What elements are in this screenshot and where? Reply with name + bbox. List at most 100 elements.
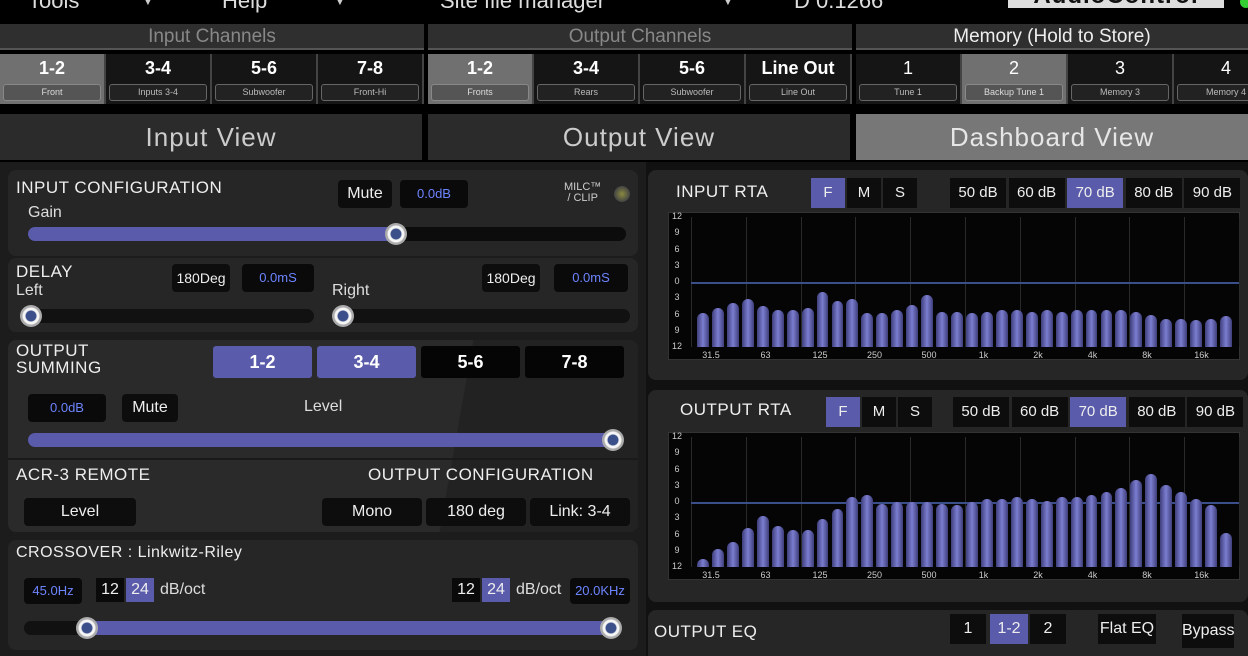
input_channels-tab-2[interactable]: 3-4 Inputs 3-4 (106, 54, 212, 104)
link-button[interactable]: Link: 3-4 (530, 498, 630, 526)
version-label: D 0.1266 (794, 0, 884, 13)
delay-left-time-value[interactable]: 0.0mS (242, 264, 314, 292)
memory-tab-4[interactable]: 4 Memory 4 (1174, 54, 1248, 104)
eq-channel-2-button[interactable]: 2 (1030, 614, 1066, 644)
output_rta-mode-F-button[interactable]: F (826, 397, 860, 427)
eq-channel-1-2-button[interactable]: 1-2 (990, 614, 1028, 644)
output_rta-range-0-button[interactable]: 50 dB (953, 397, 1009, 427)
output_rta_bars-bar (1190, 499, 1203, 567)
input_channels-tab-1[interactable]: 1-2 Front (0, 54, 106, 104)
mono-button[interactable]: Mono (322, 498, 422, 526)
rta-x-tick-label: 8k (1142, 570, 1152, 580)
input_rta-range-1-button[interactable]: 60 dB (1008, 178, 1065, 208)
menu-help-arrow-icon[interactable]: ▼ (334, 0, 346, 8)
phase-180-button[interactable]: 180 deg (426, 498, 526, 526)
input_rta-range-4-button[interactable]: 90 dB (1184, 178, 1241, 208)
summing-button-7-8[interactable]: 7-8 (525, 346, 624, 378)
input_rta-range-0-button[interactable]: 50 dB (950, 178, 1006, 208)
summing-level-slider-fill (28, 433, 613, 447)
lp-slope-12-button[interactable]: 12 (452, 578, 480, 602)
lp-slope-24-button[interactable]: 24 (482, 578, 510, 602)
output_channels-tab-4[interactable]: Line Out Line Out (746, 54, 852, 104)
memory-tab-1[interactable]: 1 Tune 1 (856, 54, 962, 104)
hp-slope-12-button[interactable]: 12 (96, 578, 124, 602)
output_rta-mode-S-button[interactable]: S (898, 397, 932, 427)
output_rta_bars-bar (831, 509, 844, 567)
input_rta-mode-M-button[interactable]: M (847, 178, 881, 208)
tab-input-view[interactable]: Input View (0, 114, 422, 160)
menu-tools-arrow-icon[interactable]: ▼ (142, 0, 154, 8)
input_rta-range-3-button[interactable]: 80 dB (1125, 178, 1182, 208)
output_rta_bars-bar (861, 495, 874, 567)
input_channels-tab-3[interactable]: 5-6 Subwoofer (212, 54, 318, 104)
delay-right-time-value[interactable]: 0.0mS (554, 264, 628, 292)
output_rta-range-2-button[interactable]: 70 dB (1070, 397, 1127, 427)
input-mute-button[interactable]: Mute (338, 180, 392, 208)
hp-freq-knob[interactable] (75, 617, 98, 639)
output-rta-graph: 12 9 6 3 0 3 6 9 12 31.5 63 125 250 500 1k 2k 4k 8k 16k (668, 431, 1240, 580)
hp-slope-24-button[interactable]: 24 (126, 578, 154, 602)
input-rta-title: INPUT RTA (676, 182, 769, 201)
delay-right-phase-button[interactable]: 180Deg (482, 264, 540, 292)
input_rta-mode-S-button[interactable]: S (883, 178, 917, 208)
gain-slider-knob[interactable] (385, 223, 408, 245)
menu-tools[interactable]: Tools (28, 0, 79, 14)
tab-output-view[interactable]: Output View (428, 114, 850, 160)
memory-tab-label: Memory 4 (1177, 84, 1248, 101)
memory-tab-2[interactable]: 2 Backup Tune 1 (962, 54, 1068, 104)
menu-site-arrow-icon[interactable]: ▼ (722, 0, 734, 8)
summing-level-value[interactable]: 0.0dB (28, 394, 106, 422)
delay-right-slider[interactable] (332, 309, 630, 323)
input_rta_bars-bar (921, 294, 934, 347)
menu-site-file-manager[interactable]: Site file manager (440, 0, 605, 14)
summing-button-1-2[interactable]: 1-2 (213, 346, 312, 378)
input_rta-mode-F-button[interactable]: F (811, 178, 845, 208)
output_rta_bars-bar (801, 530, 814, 567)
summing-mute-button[interactable]: Mute (122, 394, 178, 422)
delay-left-slider[interactable] (20, 309, 314, 323)
delay-right-slider-knob[interactable] (332, 305, 354, 327)
input_rta_bars-bar (1145, 314, 1158, 347)
output_channels-tab-3[interactable]: 5-6 Subwoofer (640, 54, 746, 104)
output_rta-range-3-button[interactable]: 80 dB (1128, 397, 1185, 427)
output_rta-mode-M-button[interactable]: M (862, 397, 896, 427)
memory-tab-label: Tune 1 (859, 84, 957, 101)
input_rta-range-2-button[interactable]: 70 dB (1067, 178, 1124, 208)
output_rta_bars-bar (1220, 533, 1232, 567)
rta-y-tick-label: 3 (674, 259, 680, 270)
memory-tab-3[interactable]: 3 Memory 3 (1068, 54, 1174, 104)
output_rta-range-1-button[interactable]: 60 dB (1011, 397, 1068, 427)
input-gain-value[interactable]: 0.0dB (400, 180, 468, 208)
lp-freq-knob[interactable] (600, 617, 622, 639)
hp-freq-value[interactable]: 45.0Hz (24, 578, 82, 604)
delay-left-slider-knob[interactable] (20, 305, 42, 327)
rta-y-tick-label: 6 (674, 463, 680, 474)
output_channels-tab-2[interactable]: 3-4 Rears (534, 54, 640, 104)
acr3-level-button[interactable]: Level (24, 498, 136, 526)
gain-slider[interactable] (28, 227, 626, 241)
output_rta_bars-bar (1055, 496, 1068, 567)
menu-help[interactable]: Help (222, 0, 267, 14)
input_rta_bars-bar (1040, 310, 1053, 347)
output-eq-title: OUTPUT EQ (654, 622, 758, 641)
tab-dashboard-view[interactable]: Dashboard View (856, 114, 1248, 160)
output_rta-range-4-button[interactable]: 90 dB (1187, 397, 1244, 427)
rta-x-tick-label: 125 (812, 350, 828, 360)
output_rta_bars-bar (906, 502, 919, 567)
lp-freq-value[interactable]: 20.0KHz (570, 578, 630, 604)
output_channels-tab-label: Line Out (749, 84, 847, 101)
flat-eq-button[interactable]: Flat EQ (1098, 614, 1156, 644)
input_channels-tab-label: Inputs 3-4 (109, 84, 207, 101)
eq-channel-1-button[interactable]: 1 (950, 614, 986, 644)
summing-button-5-6[interactable]: 5-6 (421, 346, 520, 378)
summing-button-3-4[interactable]: 3-4 (317, 346, 416, 378)
summing-level-slider[interactable] (28, 433, 622, 447)
bypass-button[interactable]: Bypass (1182, 614, 1234, 648)
crossover-range-slider[interactable] (24, 621, 622, 635)
rta-y-tick-label: 9 (674, 544, 680, 555)
rta-x-tick-label: 4k (1087, 350, 1098, 360)
output_channels-tab-1[interactable]: 1-2 Fronts (428, 54, 534, 104)
summing-level-slider-knob[interactable] (602, 429, 624, 451)
input_channels-tab-4[interactable]: 7-8 Front-Hi (318, 54, 424, 104)
delay-left-phase-button[interactable]: 180Deg (172, 264, 230, 292)
